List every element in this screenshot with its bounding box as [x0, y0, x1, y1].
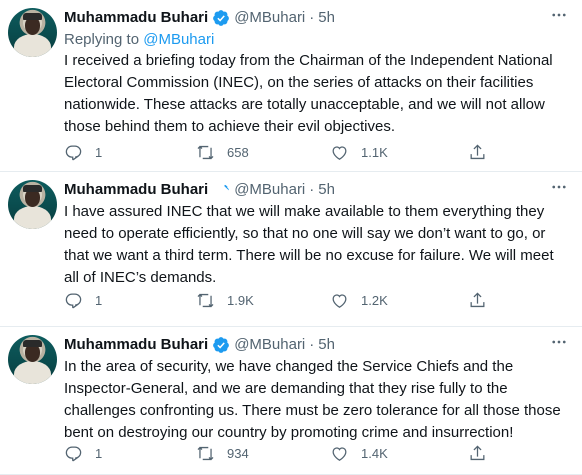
reply-button[interactable]: 1: [64, 443, 102, 463]
like-count: 1.1K: [361, 144, 388, 160]
share-button[interactable]: [468, 290, 487, 310]
replying-to: Replying to @MBuhari: [64, 30, 214, 49]
avatar[interactable]: [8, 8, 57, 57]
like-icon: [332, 293, 347, 308]
like-icon: [332, 446, 347, 461]
tweet-header: Muhammadu Buhari @MBuhari · 5h: [64, 9, 335, 27]
like-count: 1.4K: [361, 445, 388, 461]
tweet-time[interactable]: 5h: [318, 9, 335, 27]
like-button[interactable]: 1.2K: [330, 290, 388, 310]
avatar[interactable]: [8, 180, 57, 229]
retweet-icon: [197, 145, 214, 159]
retweet-button[interactable]: 658: [196, 142, 249, 162]
reply-count: 1: [95, 445, 103, 461]
author-name[interactable]: Muhammadu Buhari: [64, 9, 208, 27]
author-name[interactable]: Muhammadu Buhari: [64, 336, 208, 354]
replying-prefix: Replying to: [64, 31, 140, 48]
tweet-actions: 1 934 1.4K: [64, 443, 504, 463]
share-button[interactable]: [468, 443, 487, 463]
share-icon: [470, 291, 485, 307]
like-button[interactable]: 1.1K: [330, 142, 388, 162]
like-button[interactable]: 1.4K: [330, 443, 388, 463]
separator: ·: [309, 181, 315, 198]
tweet-thread: Muhammadu Buhari @MBuhari · 5h Replying …: [0, 0, 582, 475]
tweet-time[interactable]: 5h: [318, 336, 335, 354]
tweet-text: I received a briefing today from the Cha…: [64, 52, 553, 135]
more-icon[interactable]: [548, 333, 570, 355]
reply-count: 1: [95, 292, 103, 308]
like-icon: [332, 145, 347, 160]
verified-badge-icon: [217, 184, 230, 194]
reply-button[interactable]: 1: [64, 142, 102, 162]
tweet-time[interactable]: 5h: [318, 181, 335, 199]
tweet-text: In the area of security, we have changed…: [64, 358, 561, 441]
share-button[interactable]: [468, 142, 487, 162]
tweet-actions: 1 658 1.1K: [64, 142, 504, 162]
retweet-count: 1.9K: [227, 292, 254, 308]
replying-handle-link[interactable]: @MBuhari: [143, 31, 214, 48]
retweet-icon: [197, 293, 214, 307]
tweet[interactable]: Muhammadu Buhari @MBuhari · 5h Replying …: [0, 0, 582, 172]
reply-icon: [65, 293, 82, 308]
retweet-count: 934: [227, 445, 249, 461]
author-name[interactable]: Muhammadu Buhari: [64, 181, 208, 199]
share-icon: [470, 143, 485, 159]
reply-button[interactable]: 1: [64, 290, 102, 310]
retweet-button[interactable]: 934: [196, 443, 249, 463]
author-handle[interactable]: @MBuhari: [234, 336, 305, 354]
like-count: 1.2K: [361, 292, 388, 308]
more-icon[interactable]: [548, 6, 570, 28]
reply-count: 1: [95, 144, 103, 160]
avatar[interactable]: [8, 335, 57, 384]
tweet[interactable]: Muhammadu Buhari @MBuhari · 5h I have as…: [0, 172, 582, 327]
tweet-header: Muhammadu Buhari @MBuhari · 5h: [64, 336, 335, 354]
tweet-actions: 1 1.9K 1.2K: [64, 290, 504, 310]
tweet[interactable]: Muhammadu Buhari @MBuhari · 5h In the ar…: [0, 327, 582, 475]
tweet-header: Muhammadu Buhari @MBuhari · 5h: [64, 181, 335, 199]
reply-icon: [65, 446, 82, 461]
share-icon: [470, 444, 485, 460]
tweet-text: I have assured INEC that we will make av…: [64, 203, 554, 286]
author-handle[interactable]: @MBuhari: [234, 9, 305, 27]
verified-badge-icon: [213, 10, 230, 26]
verified-badge-icon: [213, 337, 230, 353]
separator: ·: [309, 9, 315, 26]
author-handle[interactable]: @MBuhari: [234, 181, 305, 199]
retweet-count: 658: [227, 144, 249, 160]
more-icon[interactable]: [548, 178, 570, 200]
separator: ·: [309, 336, 315, 353]
reply-icon: [65, 145, 82, 160]
retweet-button[interactable]: 1.9K: [196, 290, 254, 310]
retweet-icon: [197, 446, 214, 460]
